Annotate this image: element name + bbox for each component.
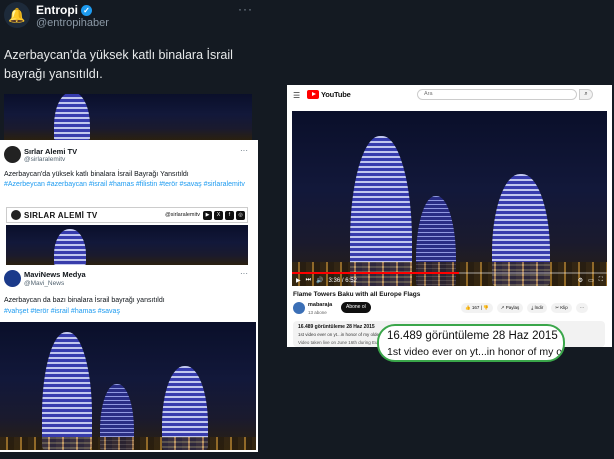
banner-handle: @sirlaralemitv — [165, 212, 200, 218]
more-options-icon[interactable]: ··· — [240, 146, 248, 155]
bell-avatar-icon[interactable]: 🔔 — [4, 2, 30, 28]
banner-title: SIRLAR ALEMİ TV — [24, 210, 98, 220]
youtube-icon: ▶ — [203, 210, 212, 220]
youtube-play-icon — [307, 90, 319, 99]
sirlar-avatar[interactable] — [4, 146, 21, 163]
play-icon[interactable]: ▶ — [296, 277, 301, 284]
post-text: Azerbaycan'da yüksek katlı binalara İsra… — [4, 171, 189, 178]
miniplayer-icon[interactable]: ▭ — [588, 277, 594, 284]
zoom-stats: 16.489 görüntüleme 28 Haz 2015 — [387, 330, 558, 342]
screenshot-card: Sırlar Alemi TV @sirlaralemitv ··· Azerb… — [0, 140, 258, 452]
youtube-brand: YouTube — [321, 90, 351, 99]
x-icon: X — [214, 210, 223, 220]
zoom-callout: 16.489 görüntüleme 28 Haz 2015 1st video… — [377, 324, 565, 362]
post-text: Azerbaycan da bazı binalara İsrail bayra… — [4, 297, 165, 304]
settings-icon[interactable]: ⚙ — [578, 277, 583, 284]
like-button[interactable]: 👍 167 | 👎 — [461, 303, 493, 313]
progress-bar[interactable] — [292, 272, 607, 274]
download-button[interactable]: ⤓ İndir — [527, 303, 548, 313]
video-actions: 👍 167 | 👎 ↗ Paylaş ⤓ İndir ✂ Klip ··· — [461, 303, 589, 313]
share-button[interactable]: ↗ Paylaş — [496, 303, 524, 313]
more-actions-icon[interactable]: ··· — [575, 303, 589, 313]
clip-button[interactable]: ✂ Klip — [551, 303, 572, 313]
post-hashtags[interactable]: #vahşet #terör #israil #hamas #savaş — [4, 307, 254, 317]
tweet-author[interactable]: Entropi ✓ — [36, 3, 92, 17]
instagram-icon: ◎ — [236, 210, 245, 220]
more-options-icon[interactable]: ··· — [238, 2, 253, 16]
tweet-handle[interactable]: @entropihaber — [36, 17, 109, 29]
zoom-description: 1st video ever on yt...in honor of my ol… — [387, 346, 565, 358]
video-title: Flame Towers Baku with all Europe Flags — [293, 291, 421, 298]
fullscreen-icon[interactable]: ⛶ — [599, 277, 603, 284]
player-controls: ▶ ⏭ 🔊 3:36 / 6:52 ⚙ ▭ ⛶ — [296, 277, 603, 284]
channel-avatar[interactable] — [293, 302, 305, 314]
tweet-text: Azerbaycan'da yüksek katlı binalara İsra… — [4, 48, 233, 81]
verified-badge-icon: ✓ — [81, 5, 92, 16]
subscriber-count: 13 abone — [308, 310, 327, 315]
post-handle[interactable]: @Mavi_News — [24, 280, 64, 287]
search-input[interactable]: Ara — [417, 89, 577, 100]
post-hashtags[interactable]: #Azerbeycan #azerbaycan #israil #hamas #… — [4, 180, 254, 190]
channel-name[interactable]: mabaraja — [308, 302, 332, 308]
tweet-media-top[interactable] — [4, 94, 252, 140]
progress-fill — [292, 272, 459, 274]
time-readout: 3:36 / 6:52 — [328, 277, 357, 284]
youtube-window: ☰ YouTube Ara ⌕ ▶ ⏭ 🔊 3:36 / 6:52 ⚙ ▭ ⛶ … — [287, 85, 612, 347]
post-author[interactable]: MaviNews Medya — [24, 270, 86, 279]
post-author[interactable]: Sırlar Alemi TV — [24, 147, 77, 156]
more-options-icon[interactable]: ··· — [240, 269, 248, 278]
next-icon[interactable]: ⏭ — [306, 277, 311, 284]
description-text: 1st video ever on yt...in honor of my ol… — [298, 332, 380, 337]
facebook-icon: f — [225, 210, 234, 220]
subscribe-button[interactable]: Abone ol — [341, 302, 371, 313]
video-player[interactable]: ▶ ⏭ 🔊 3:36 / 6:52 ⚙ ▭ ⛶ — [292, 111, 607, 286]
channel-logo-icon — [11, 210, 21, 220]
youtube-logo[interactable]: YouTube — [307, 90, 351, 99]
mavinews-avatar[interactable] — [4, 270, 21, 287]
post-handle[interactable]: @sirlaralemitv — [24, 156, 65, 163]
search-icon[interactable]: ⌕ — [579, 89, 593, 100]
volume-icon[interactable]: 🔊 — [316, 277, 323, 284]
post-media-sirlar[interactable] — [6, 225, 248, 265]
description-stats: 16.489 görüntüleme 28 Haz 2015 — [298, 324, 375, 330]
hamburger-menu-icon[interactable]: ☰ — [293, 91, 300, 100]
post-media-mavinews[interactable] — [0, 322, 256, 450]
channel-banner: SIRLAR ALEMİ TV @sirlaralemitv ▶ X f ◎ — [6, 207, 248, 223]
